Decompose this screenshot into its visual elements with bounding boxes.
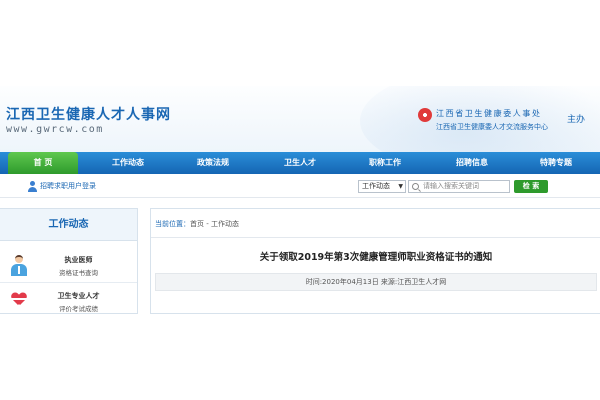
- main-content: 当前位置：首页 - 工作动态 关于领取2019年第3次健康管理师职业资格证书的通…: [150, 208, 600, 314]
- article-title: 关于领取2019年第3次健康管理师职业资格证书的通知: [259, 252, 493, 263]
- breadcrumb: 当前位置：首页 - 工作动态: [155, 219, 239, 229]
- chevron-down-icon: ▼: [398, 183, 403, 190]
- sidebar-item-doctor-cert[interactable]: 执业医师 资格证书查询: [0, 249, 137, 283]
- nav-home[interactable]: 首 页: [8, 152, 78, 174]
- article-meta: 时间:2020年04月13日 来源:江西卫生人才网: [155, 273, 597, 291]
- nav-recruitment[interactable]: 招聘信息: [456, 152, 488, 174]
- breadcrumb-path[interactable]: 首页 - 工作动态: [190, 220, 239, 228]
- search-input[interactable]: 请输入搜索关键词: [408, 180, 510, 193]
- site-title[interactable]: 江西卫生健康人才人事网: [6, 104, 171, 124]
- left-sidebar: 工作动态 执业医师 资格证书查询 卫生专业人才 评价考试成绩: [0, 208, 138, 314]
- sidebar-title: 工作动态: [0, 209, 137, 241]
- site-header: 江西卫生健康人才人事网 www.gwrcw.com 江西省卫生健康委人事处 江西…: [0, 86, 600, 152]
- header-decoration: [360, 86, 600, 152]
- user-icon: [28, 181, 37, 192]
- sub-toolbar: 招聘求职用户登录 工作动态 ▼ 请输入搜索关键词 检 索: [0, 176, 600, 198]
- nav-health-talent[interactable]: 卫生人才: [284, 152, 316, 174]
- sidebar-item-subtitle: 评价考试成绩: [59, 305, 98, 313]
- search-scope-select[interactable]: 工作动态 ▼: [358, 180, 406, 193]
- nav-title-work[interactable]: 职称工作: [369, 152, 401, 174]
- nav-work-news[interactable]: 工作动态: [112, 152, 144, 174]
- site-domain: www.gwrcw.com: [6, 124, 104, 135]
- search-placeholder: 请输入搜索关键词: [423, 182, 479, 190]
- sidebar-item-exam-scores[interactable]: 卫生专业人才 评价考试成绩: [0, 285, 137, 315]
- sidebar-item-subtitle: 资格证书查询: [59, 269, 98, 277]
- login-link[interactable]: 招聘求职用户登录: [40, 181, 96, 191]
- divider: [151, 237, 600, 238]
- sponsor-tag: 主办: [567, 115, 586, 125]
- nav-special-topic[interactable]: 特聘专题: [540, 152, 572, 174]
- nav-policy[interactable]: 政策法规: [197, 152, 229, 174]
- breadcrumb-label: 当前位置：: [155, 220, 190, 228]
- search-button[interactable]: 检 索: [514, 180, 548, 193]
- sponsor-name-1: 江西省卫生健康委人事处: [436, 109, 542, 118]
- sidebar-item-title: 卫生专业人才: [57, 292, 100, 300]
- main-nav: 首 页 工作动态 政策法规 卫生人才 职称工作 招聘信息 特聘专题: [0, 152, 600, 174]
- sidebar-item-title: 执业医师: [64, 256, 93, 264]
- sponsor-logo-icon: [418, 108, 432, 122]
- search-scope-value: 工作动态: [362, 182, 390, 190]
- sponsor-name-2: 江西省卫生健康委人才交流服务中心: [436, 123, 548, 131]
- search-icon: [412, 183, 419, 190]
